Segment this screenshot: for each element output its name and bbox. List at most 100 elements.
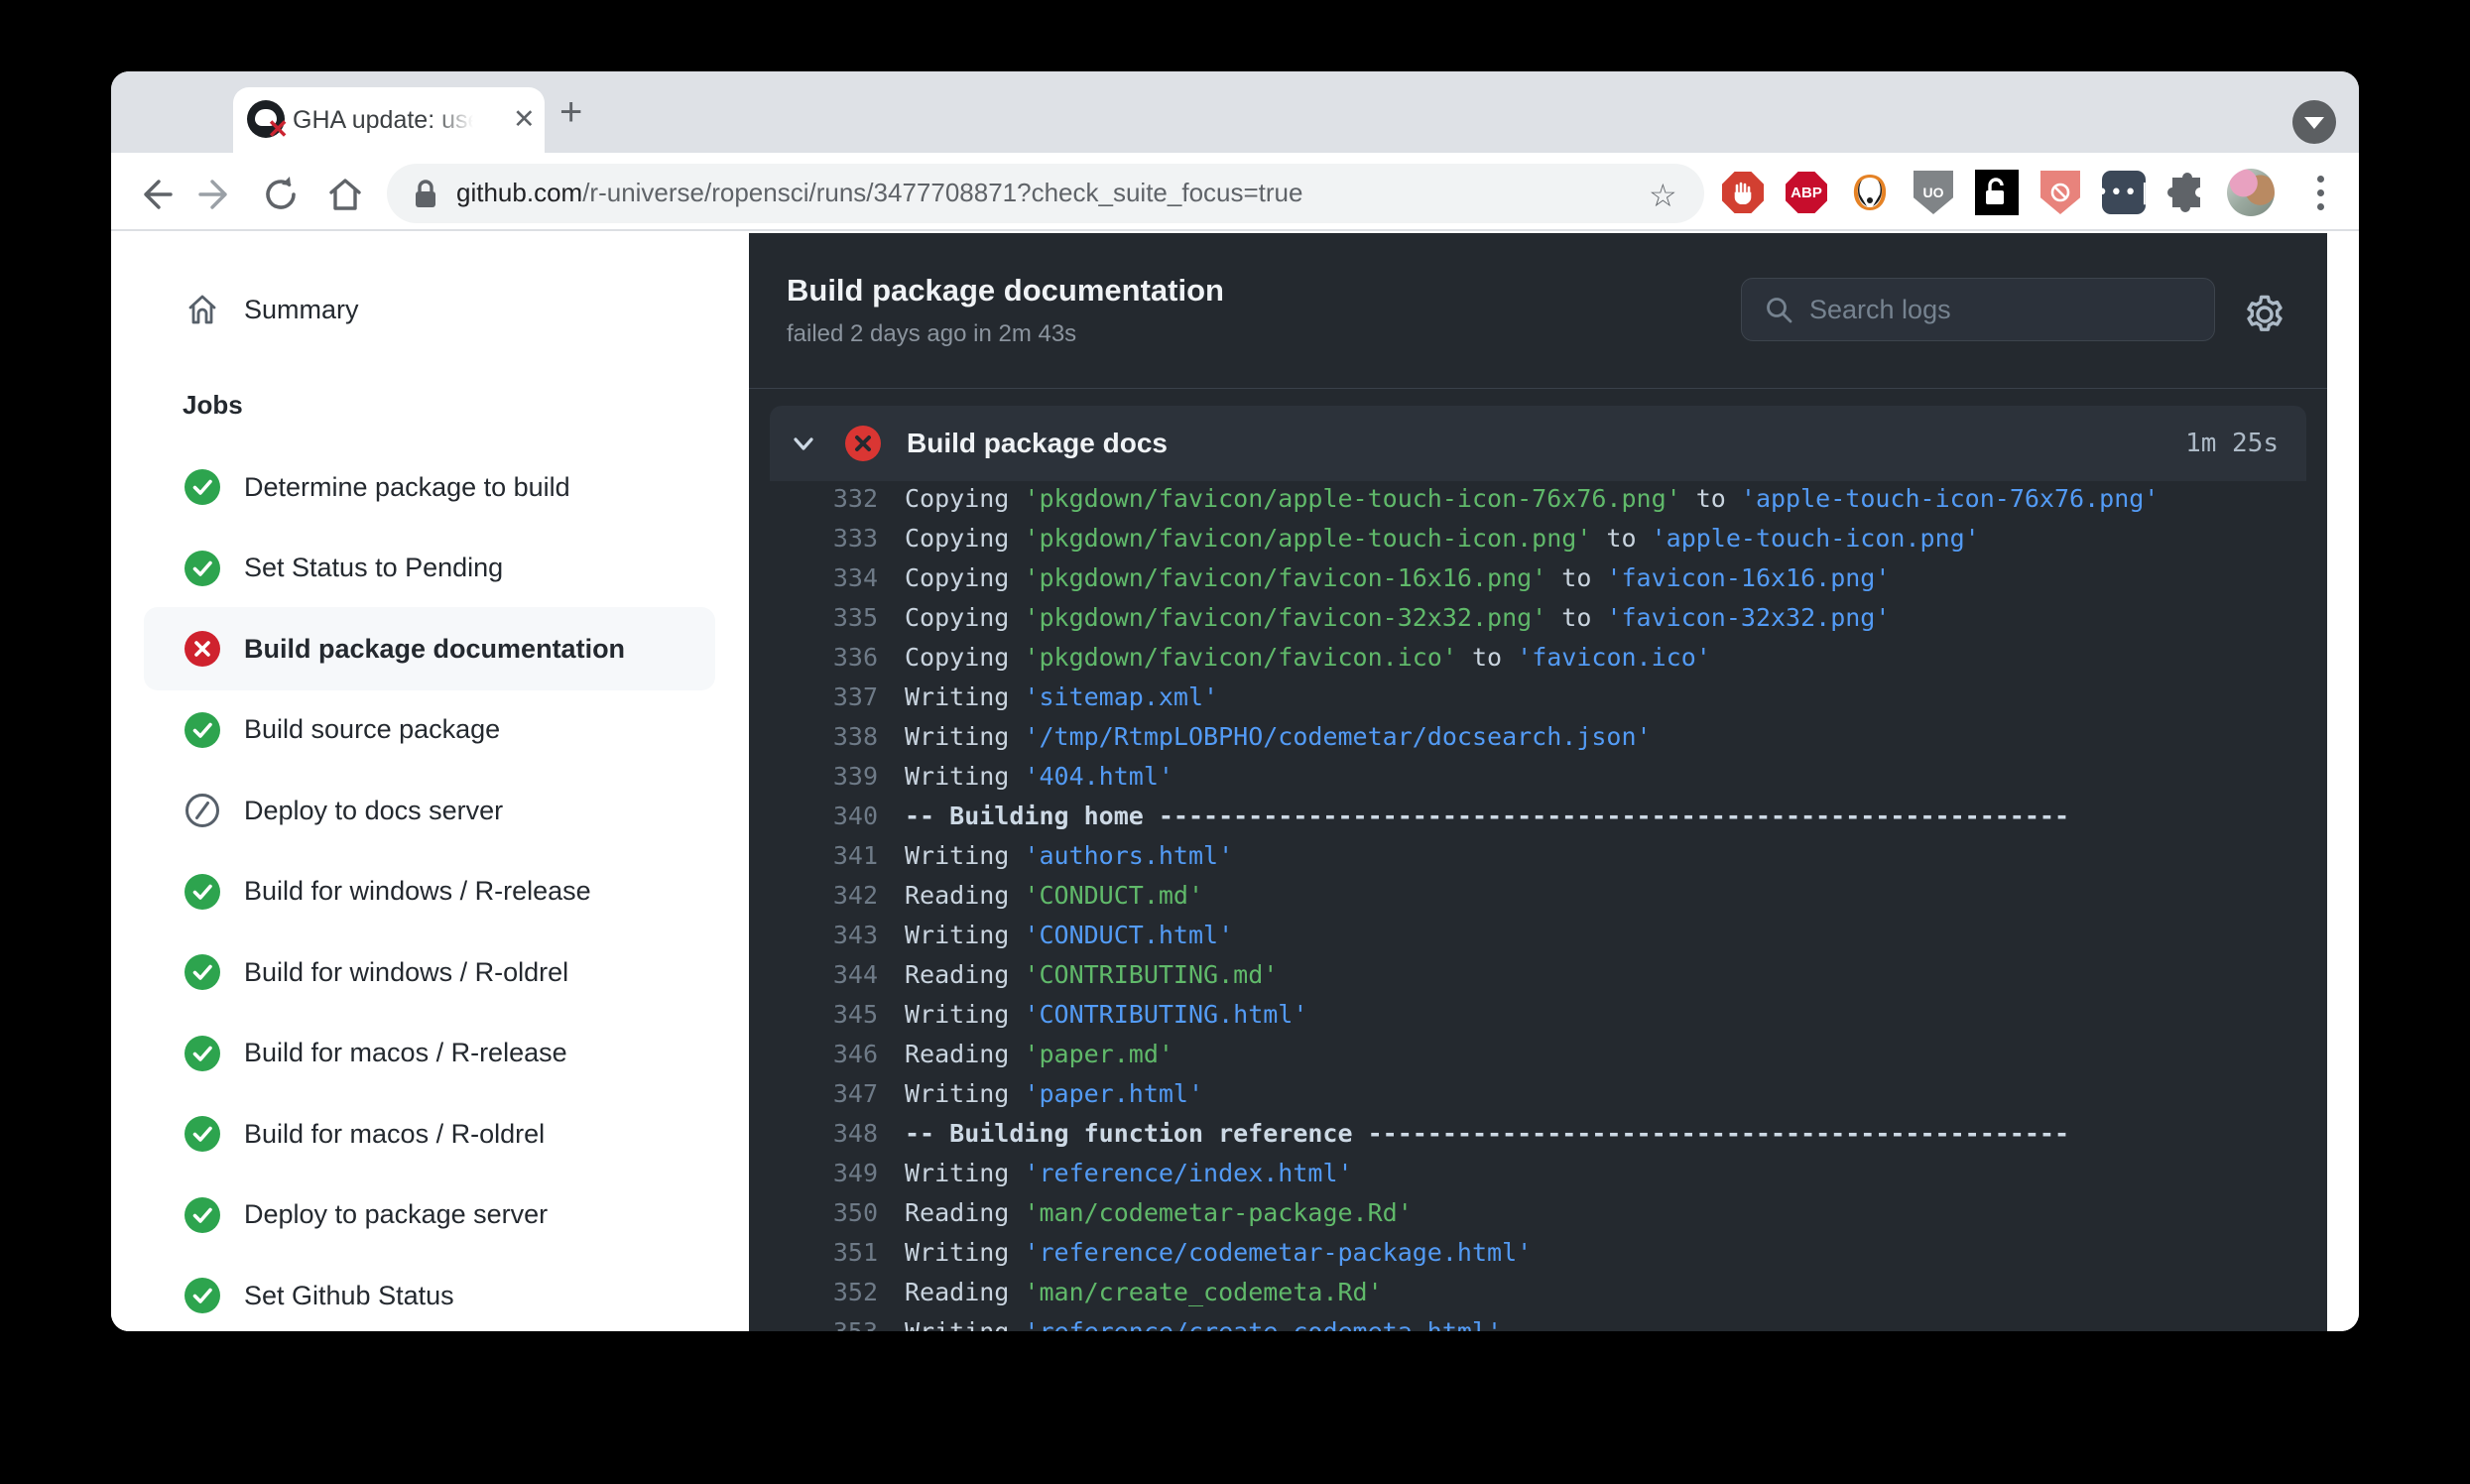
new-tab-button[interactable]: + xyxy=(559,97,582,127)
log-line-347[interactable]: 347Writing 'paper.html' xyxy=(749,1074,2327,1114)
tab-close-icon[interactable]: ✕ xyxy=(513,104,536,135)
log-line-350[interactable]: 350 Reading 'man/codemetar-package.Rd' xyxy=(749,1193,2327,1233)
sidebar-job-determine-package-to-build[interactable]: Determine package to build xyxy=(111,445,749,529)
failed-status-icon xyxy=(845,426,881,461)
line-text: Writing 'sitemap.xml' xyxy=(905,678,1218,717)
log-line-352[interactable]: 352Reading 'man/create_codemeta.Rd' xyxy=(749,1273,2327,1312)
active-tab[interactable]: ✕ GHA update: use regular docs ✕ xyxy=(233,87,545,153)
log-group-title: Build package docs xyxy=(907,428,1168,459)
line-text: Copying 'pkgdown/favicon/favicon-32x32.p… xyxy=(905,598,1890,638)
home-icon[interactable] xyxy=(323,173,367,216)
line-text: Writing 'paper.html' xyxy=(905,1074,1203,1114)
forward-icon[interactable] xyxy=(194,173,238,216)
log-line-334[interactable]: 334 Copying 'pkgdown/favicon/favicon-16x1… xyxy=(749,558,2327,598)
log-line-348[interactable]: 348-- Building function reference ------… xyxy=(749,1114,2327,1154)
search-logs-input[interactable]: Search logs xyxy=(1741,278,2215,341)
log-line-353[interactable]: 353Writing 'reference/create_codemeta.ht… xyxy=(749,1312,2327,1331)
reload-icon[interactable] xyxy=(259,173,303,216)
log-line-335[interactable]: 335 Copying 'pkgdown/favicon/favicon-32x3… xyxy=(749,598,2327,638)
job-label: Build for windows / R-release xyxy=(244,876,591,907)
line-number: 350 xyxy=(749,1193,878,1233)
log-line-332[interactable]: 332Copying 'pkgdown/favicon/apple-touch-… xyxy=(749,479,2327,519)
url-path: /r-universe/ropensci/runs/3477708871?che… xyxy=(582,178,1302,207)
job-label: Deploy to docs server xyxy=(244,796,503,826)
sidebar-job-build-for-windows-r-release[interactable]: Build for windows / R-release xyxy=(111,850,749,933)
log-line-336[interactable]: 336Copying 'pkgdown/favicon/favicon.ico'… xyxy=(749,638,2327,678)
privacy-badger-extension-icon[interactable] xyxy=(1846,169,1894,216)
success-status-icon xyxy=(183,1036,222,1071)
sidebar-job-build-for-macos-r-release[interactable]: Build for macos / R-release xyxy=(111,1012,749,1095)
sidebar-job-build-source-package[interactable]: Build source package xyxy=(111,688,749,772)
line-number: 335 xyxy=(749,598,878,638)
line-text: Copying 'pkgdown/favicon/favicon-16x16.p… xyxy=(905,558,1890,598)
log-line-337[interactable]: 337Writing 'sitemap.xml' xyxy=(749,678,2327,717)
profile-avatar[interactable] xyxy=(2227,169,2275,216)
success-status-icon xyxy=(183,469,222,505)
line-text: Copying 'pkgdown/favicon/apple-touch-ico… xyxy=(905,479,2159,519)
sidebar-item-summary[interactable]: Summary xyxy=(111,268,749,351)
back-icon[interactable] xyxy=(133,173,177,216)
log-line-351[interactable]: 351Writing 'reference/codemetar-package.… xyxy=(749,1233,2327,1273)
sidebar-job-build-for-macos-r-oldrel[interactable]: Build for macos / R-oldrel xyxy=(111,1092,749,1175)
log-line-333[interactable]: 333Copying 'pkgdown/favicon/apple-touch-… xyxy=(749,519,2327,558)
log-line-346[interactable]: 346Reading 'paper.md' xyxy=(749,1035,2327,1074)
line-number: 334 xyxy=(749,558,878,598)
skipped-status-icon xyxy=(183,793,222,828)
log-lines: 332Copying 'pkgdown/favicon/apple-touch-… xyxy=(749,479,2327,1331)
address-bar[interactable]: github.com/r-universe/ropensci/runs/3477… xyxy=(387,164,1704,223)
line-number: 340 xyxy=(749,797,878,836)
failed-status-icon xyxy=(183,631,222,667)
job-label: Build for macos / R-oldrel xyxy=(244,1119,545,1150)
unlock-extension-icon[interactable] xyxy=(1973,169,2021,216)
log-line-349[interactable]: 349Writing 'reference/index.html' xyxy=(749,1154,2327,1193)
sidebar-job-set-status-to-pending[interactable]: Set Status to Pending xyxy=(111,527,749,610)
sidebar-job-build-for-windows-r-oldrel[interactable]: Build for windows / R-oldrel xyxy=(111,930,749,1014)
log-line-345[interactable]: 345Writing 'CONTRIBUTING.html' xyxy=(749,995,2327,1035)
sidebar-job-build-package-documentation[interactable]: Build package documentation xyxy=(144,607,715,690)
log-line-343[interactable]: 343Writing 'CONDUCT.html' xyxy=(749,916,2327,955)
sidebar-job-deploy-to-package-server[interactable]: Deploy to package server xyxy=(111,1174,749,1257)
tab-search-chevron-icon[interactable] xyxy=(2292,100,2336,144)
job-label: Build for macos / R-release xyxy=(244,1038,567,1068)
sidebar-job-set-github-status[interactable]: Set Github Status xyxy=(111,1254,749,1331)
page-content: Summary Jobs Determine package to buildS… xyxy=(111,233,2359,1331)
log-line-338[interactable]: 338Writing '/tmp/RtmpLOBPHO/codemetar/do… xyxy=(749,717,2327,757)
line-text: Writing '/tmp/RtmpLOBPHO/codemetar/docse… xyxy=(905,717,1652,757)
log-line-339[interactable]: 339Writing '404.html' xyxy=(749,757,2327,797)
site-security-lock-icon[interactable] xyxy=(411,179,440,210)
log-title: Build package documentation xyxy=(787,273,1224,309)
log-group-header[interactable]: Build package docs 1m 25s xyxy=(770,406,2306,481)
block-shield-extension-icon[interactable] xyxy=(2037,169,2084,216)
success-status-icon xyxy=(183,551,222,586)
extensions-puzzle-icon[interactable] xyxy=(2163,169,2211,216)
line-text: Writing '404.html' xyxy=(905,757,1173,797)
sidebar-job-deploy-to-docs-server[interactable]: Deploy to docs server xyxy=(111,769,749,852)
bookmark-star-icon[interactable]: ☆ xyxy=(1649,177,1677,214)
gear-icon[interactable] xyxy=(2241,291,2288,338)
line-text: Writing 'reference/index.html' xyxy=(905,1154,1353,1193)
search-icon xyxy=(1764,295,1793,324)
jobs-sidebar: Summary Jobs Determine package to buildS… xyxy=(111,233,749,1331)
line-text: Reading 'man/codemetar-package.Rd' xyxy=(905,1193,1413,1233)
adblock-extension-icon[interactable] xyxy=(1719,169,1767,216)
chevron-down-icon[interactable] xyxy=(788,428,819,459)
sidebar-item-label: Summary xyxy=(244,295,359,325)
log-line-344[interactable]: 344Reading 'CONTRIBUTING.md' xyxy=(749,955,2327,995)
line-text: Writing 'reference/codemetar-package.htm… xyxy=(905,1233,1532,1273)
success-status-icon xyxy=(183,1116,222,1152)
line-text: Reading 'CONTRIBUTING.md' xyxy=(905,955,1278,995)
log-line-340[interactable]: 340-- Building home --------------------… xyxy=(749,797,2327,836)
browser-menu-icon[interactable] xyxy=(2296,169,2344,216)
browser-window: ✕ GHA update: use regular docs ✕ + githu… xyxy=(111,71,2359,1331)
password-manager-extension-icon[interactable]: •••| xyxy=(2100,169,2148,216)
line-number: 345 xyxy=(749,995,878,1035)
line-text: Writing 'CONDUCT.html' xyxy=(905,916,1233,955)
ublock-origin-extension-icon[interactable]: UO xyxy=(1910,169,1957,216)
line-number: 341 xyxy=(749,836,878,876)
job-label: Deploy to package server xyxy=(244,1199,548,1230)
log-line-341[interactable]: 341Writing 'authors.html' xyxy=(749,836,2327,876)
log-line-342[interactable]: 342Reading 'CONDUCT.md' xyxy=(749,876,2327,916)
abp-extension-icon[interactable]: ABP xyxy=(1783,169,1830,216)
job-label: Build source package xyxy=(244,714,500,745)
home-summary-icon xyxy=(183,292,222,327)
